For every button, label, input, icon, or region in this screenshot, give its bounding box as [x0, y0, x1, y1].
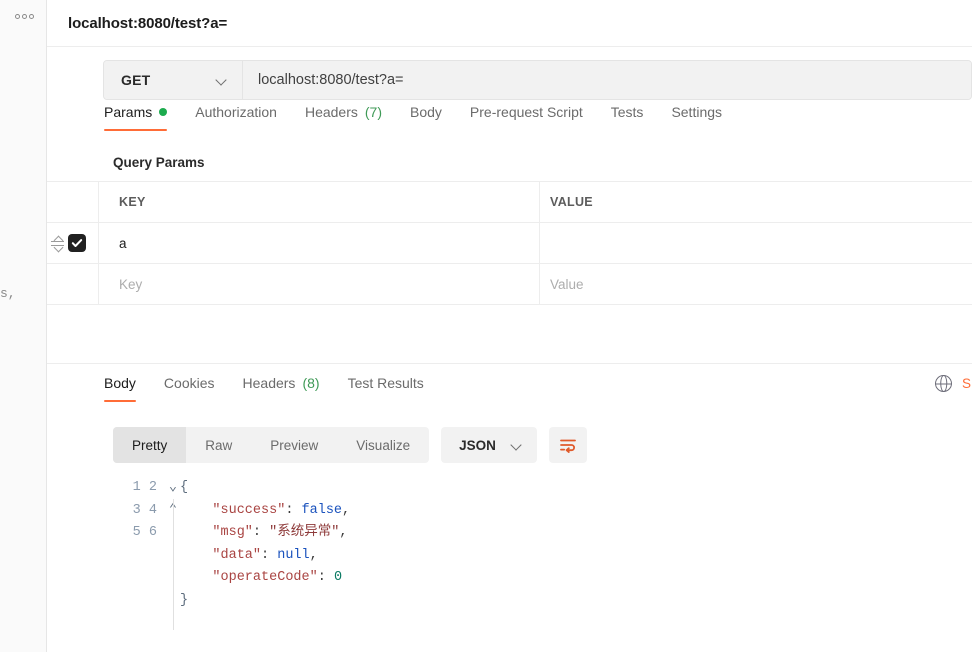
- line-number: 5: [132, 525, 141, 540]
- empty-row-value-placeholder: Value: [550, 276, 584, 292]
- tab-test-results[interactable]: Test Results: [334, 375, 438, 402]
- sidebar-clipped-text: s,: [0, 286, 14, 301]
- tab-params-label: Params: [104, 104, 153, 120]
- line-number: 3: [132, 502, 141, 518]
- tab-response-headers[interactable]: Headers (8): [229, 375, 334, 402]
- tab-body-label: Body: [410, 104, 442, 120]
- header-value-cell: VALUE: [540, 182, 972, 222]
- row-key-value: a: [119, 235, 127, 251]
- request-title-bar: localhost:8080/test?a=: [47, 0, 972, 47]
- code-fold-column[interactable]: ⌄ ⌃: [166, 477, 180, 652]
- response-actions: S: [935, 375, 972, 392]
- word-wrap-toggle[interactable]: [548, 427, 587, 463]
- tab-tests-label: Tests: [610, 104, 644, 120]
- tab-pre-request-script-label: Pre-request Script: [469, 104, 583, 120]
- page-title: localhost:8080/test?a=: [68, 14, 228, 32]
- empty-row-key-input[interactable]: Key: [99, 264, 540, 304]
- tab-body[interactable]: Body: [396, 104, 456, 131]
- line-number: 2: [148, 480, 157, 495]
- code-value-data: null: [277, 547, 310, 563]
- response-view-mode-group: Pretty Raw Preview Visualize: [113, 427, 430, 463]
- empty-row-value-input[interactable]: Value: [540, 264, 972, 304]
- response-body-code[interactable]: 1 2 3 4 5 6 ⌄ ⌃ { "success": false, "msg…: [47, 473, 972, 652]
- response-format-label: JSON: [459, 437, 496, 453]
- word-wrap-icon: [559, 439, 576, 453]
- code-key-operatecode: "operateCode": [212, 570, 318, 585]
- response-view-toolbar: Pretty Raw Preview Visualize JSON: [47, 417, 972, 473]
- header-key-cell: KEY: [99, 182, 540, 222]
- tab-authorization[interactable]: Authorization: [181, 104, 291, 131]
- url-input[interactable]: localhost:8080/test?a=: [243, 61, 971, 99]
- line-number: 6: [148, 525, 157, 540]
- main-panel: localhost:8080/test?a= GET localhost:808…: [47, 0, 972, 652]
- tab-params[interactable]: Params: [104, 104, 181, 131]
- row-control-cell: [47, 223, 99, 263]
- line-number: 4: [148, 502, 157, 518]
- code-line-numbers: 1 2 3 4 5 6: [127, 477, 157, 652]
- tab-headers-label: Headers: [304, 104, 358, 120]
- column-header-value: VALUE: [550, 195, 593, 209]
- line-number: 1: [132, 480, 141, 495]
- code-value-success: false: [301, 502, 343, 518]
- empty-row-control-cell: [47, 264, 99, 304]
- code-value-msg: "系统异常": [269, 525, 340, 540]
- view-mode-visualize[interactable]: Visualize: [337, 427, 429, 463]
- tab-settings-label: Settings: [671, 104, 723, 120]
- table-spacer: [47, 305, 972, 363]
- tab-response-headers-label: Headers: [242, 375, 296, 391]
- tab-headers[interactable]: Headers (7): [291, 104, 396, 131]
- table-empty-row: Key Value: [47, 264, 972, 304]
- code-brace-close: }: [180, 592, 189, 608]
- left-sidebar: s,: [0, 0, 47, 652]
- tab-tests[interactable]: Tests: [597, 104, 658, 131]
- tab-pre-request-script[interactable]: Pre-request Script: [456, 104, 597, 131]
- more-horizontal-icon[interactable]: [9, 5, 39, 27]
- table-row: a: [47, 223, 972, 264]
- method-selector[interactable]: GET: [104, 61, 243, 99]
- response-panel: Body Cookies Headers (8) Test Results S: [47, 363, 972, 652]
- tab-response-headers-count: (8): [302, 375, 320, 391]
- url-row: GET localhost:8080/test?a=: [47, 47, 972, 104]
- tab-settings[interactable]: Settings: [657, 104, 736, 131]
- chevron-down-icon: [512, 440, 523, 451]
- url-bar: GET localhost:8080/test?a=: [103, 60, 972, 100]
- code-value-operatecode: 0: [333, 570, 343, 585]
- tab-response-body-label: Body: [104, 375, 136, 391]
- code-key-data: "data": [212, 547, 262, 563]
- code-key-success: "success": [212, 502, 286, 518]
- response-format-selector[interactable]: JSON: [441, 427, 537, 463]
- postman-window: s, localhost:8080/test?a= GET localhost:…: [0, 0, 972, 652]
- drag-handle-icon[interactable]: [51, 235, 64, 253]
- column-header-key: KEY: [119, 195, 146, 209]
- row-enabled-checkbox[interactable]: [68, 234, 86, 252]
- query-params-heading: Query Params: [113, 154, 205, 170]
- row-value-cell[interactable]: [540, 223, 972, 263]
- tab-response-cookies[interactable]: Cookies: [150, 375, 229, 402]
- method-label: GET: [121, 72, 151, 88]
- view-mode-preview[interactable]: Preview: [251, 427, 337, 463]
- code-key-msg: "msg": [212, 525, 253, 540]
- tab-test-results-label: Test Results: [347, 375, 424, 391]
- save-response-label[interactable]: S: [962, 376, 972, 391]
- table-header-row: KEY VALUE: [47, 182, 972, 223]
- params-active-dot: [159, 108, 168, 116]
- view-mode-pretty[interactable]: Pretty: [113, 427, 187, 463]
- query-params-table: KEY VALUE a Key Value: [47, 181, 972, 305]
- tab-response-cookies-label: Cookies: [163, 375, 215, 391]
- tab-headers-count: (7): [364, 104, 382, 120]
- header-control-cell: [47, 182, 99, 222]
- code-brace-open: {: [180, 480, 189, 495]
- tab-authorization-label: Authorization: [195, 104, 277, 120]
- response-tabs: Body Cookies Headers (8) Test Results S: [47, 364, 972, 417]
- globe-icon[interactable]: [935, 375, 952, 392]
- row-key-cell[interactable]: a: [99, 223, 540, 263]
- chevron-down-icon: [217, 75, 228, 86]
- empty-row-key-placeholder: Key: [119, 276, 143, 292]
- code-lines: { "success": false, "msg": "系统异常", "data…: [180, 480, 351, 608]
- fold-open-icon: ⌄: [168, 480, 178, 495]
- view-mode-raw[interactable]: Raw: [186, 427, 251, 463]
- request-tabs: Params Authorization Headers (7) Body Pr…: [47, 104, 972, 143]
- tab-response-body[interactable]: Body: [104, 375, 150, 402]
